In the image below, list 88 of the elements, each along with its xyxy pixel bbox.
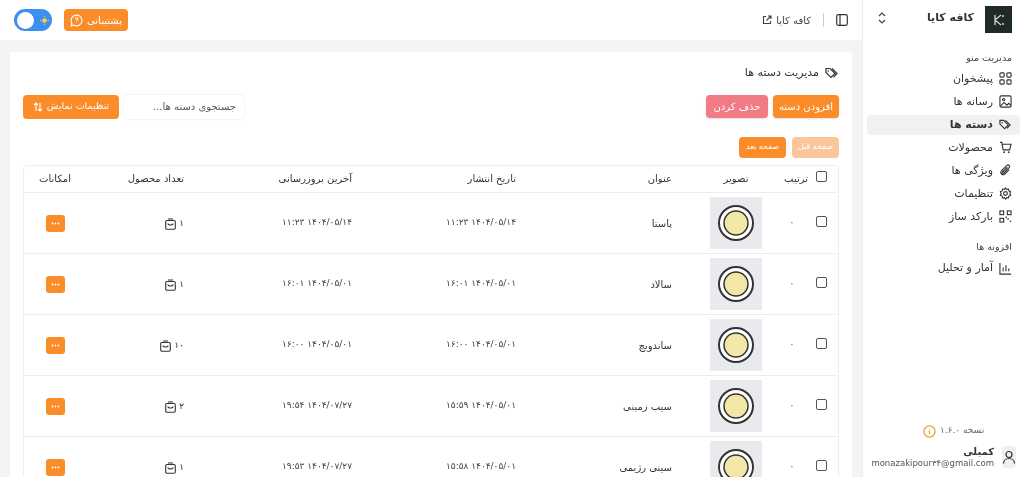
section-title: افزونه ها <box>975 240 1013 255</box>
paperclip-icon <box>999 164 1012 178</box>
product-count: ۱ <box>179 278 184 292</box>
table-cell: ساندویچ <box>638 339 672 351</box>
food-image <box>710 258 762 310</box>
table-cell: ۱۴۰۴/۰۵/۰۱ ۱۶:۰۰ <box>446 339 516 350</box>
table-cell: ۱۴۰۴/۰۵/۰۱ ۱۵:۵۸ <box>446 461 516 472</box>
checkbox[interactable] <box>815 337 827 349</box>
shopping-bag-icon <box>165 401 177 413</box>
column-header: آخرین بروزرسانی <box>278 173 352 185</box>
image-icon <box>999 95 1012 109</box>
food-image <box>710 319 762 371</box>
sidebar-item[interactable]: تنظیمات <box>867 183 1020 204</box>
sidebar-item[interactable]: ویژگی ها <box>867 160 1020 181</box>
table-cell: ۰ <box>789 461 795 472</box>
shopping-bag-icon <box>160 340 172 352</box>
bar-chart-icon <box>999 261 1012 275</box>
sun-icon <box>40 15 49 25</box>
table-cell: ۱۴۰۴/۰۵/۰۱ ۱۶:۰۱ <box>282 278 352 289</box>
product-count: ۱ <box>179 217 184 231</box>
brand-name: کافه کایا <box>926 10 974 26</box>
sidebar-item[interactable]: آمار و تحلیل <box>867 258 1020 278</box>
checkbox[interactable] <box>815 276 827 288</box>
table-cell: ۱۴۰۴/۰۵/۱۴ ۱۱:۲۳ <box>446 217 516 228</box>
version-label: نسخه ۱.۶.۰ <box>939 424 985 438</box>
table-cell: ۰ <box>789 400 795 411</box>
table-cell: سینی رژیمی <box>619 461 672 473</box>
qr-code-icon <box>999 210 1012 224</box>
product-count: ۲ <box>179 400 184 414</box>
sidebar-item[interactable]: دسته ها <box>867 114 1020 135</box>
chevron-up-down-icon[interactable] <box>878 12 886 25</box>
sidebar-item[interactable]: بارکد ساز <box>867 206 1020 227</box>
external-link-icon <box>762 15 773 25</box>
food-image <box>710 380 762 432</box>
table-cell: سالاد <box>650 278 672 290</box>
ellipsis-icon <box>50 466 60 469</box>
tags-icon <box>999 118 1012 132</box>
food-image <box>710 197 762 249</box>
sidebar-item[interactable]: پیشخوان <box>867 68 1020 89</box>
column-header: تعداد محصول <box>127 173 184 185</box>
chat-icon <box>70 13 83 27</box>
product-count: ۱ <box>179 461 184 475</box>
ellipsis-icon <box>50 405 60 408</box>
table-cell: ۱۴۰۴/۰۵/۰۱ ۱۶:۰۰ <box>282 339 352 350</box>
table-cell: ۱۴۰۴/۰۵/۰۱ ۱۵:۵۹ <box>446 400 516 411</box>
search-field[interactable]: جستجوی دسته ها... <box>124 94 244 119</box>
sidebar-item[interactable]: محصولات <box>867 137 1020 158</box>
column-header: ترتیب <box>784 173 808 185</box>
brand-logo <box>985 6 1012 33</box>
user-email: monazakipour۳۴@gmail.com <box>871 458 994 469</box>
checkbox[interactable] <box>815 459 827 471</box>
table-cell: ۰ <box>789 217 795 228</box>
column-header: عنوان <box>647 173 672 185</box>
checkbox[interactable] <box>815 171 827 183</box>
ellipsis-icon <box>50 283 60 286</box>
table-cell: ۱۴۰۴/۰۵/۱۴ ۱۱:۲۳ <box>282 217 352 228</box>
table-cell: ۰ <box>789 339 795 350</box>
table-cell: ۱۴۰۴/۰۷/۲۷ ۱۹:۵۳ <box>282 461 352 472</box>
table-cell: ۱۴۰۴/۰۷/۲۷ ۱۹:۵۴ <box>282 400 352 411</box>
column-header: تاریخ انتشار <box>467 173 516 185</box>
ellipsis-icon <box>50 222 60 225</box>
checkbox[interactable] <box>815 398 827 410</box>
shopping-bag-icon <box>165 462 177 474</box>
sort-icon <box>32 101 43 112</box>
shopping-bag-icon <box>165 279 177 291</box>
table-cell: ۱۴۰۴/۰۵/۰۱ ۱۶:۰۱ <box>446 278 516 289</box>
shop-link[interactable]: کافه کایا <box>762 12 811 28</box>
user-avatar[interactable] <box>1002 446 1016 469</box>
toggle-knob <box>17 11 34 29</box>
column-header: امکانات <box>39 173 71 185</box>
shopping-bag-icon <box>165 218 177 230</box>
product-count: ۱۰ <box>174 339 184 353</box>
table-cell: پاستا <box>651 217 672 229</box>
settings-icon <box>999 187 1012 201</box>
section-title: مدیریت منو <box>965 51 1013 65</box>
cart-icon <box>999 141 1012 155</box>
sidebar-item[interactable]: رسانه ها <box>867 91 1020 112</box>
tags-icon <box>825 67 839 80</box>
theme-toggle[interactable] <box>14 9 52 31</box>
page-title: مدیریت دسته ها <box>744 65 819 81</box>
column-header: تصویر <box>723 173 749 185</box>
user-name: کمیلی <box>963 445 994 459</box>
grid-icon <box>999 72 1012 86</box>
checkbox[interactable] <box>815 215 827 227</box>
table-cell: سیب زمینی <box>623 400 672 412</box>
ellipsis-icon <box>50 344 60 347</box>
table-cell: ۰ <box>789 278 795 289</box>
sidebar-toggle-icon[interactable] <box>836 14 848 26</box>
